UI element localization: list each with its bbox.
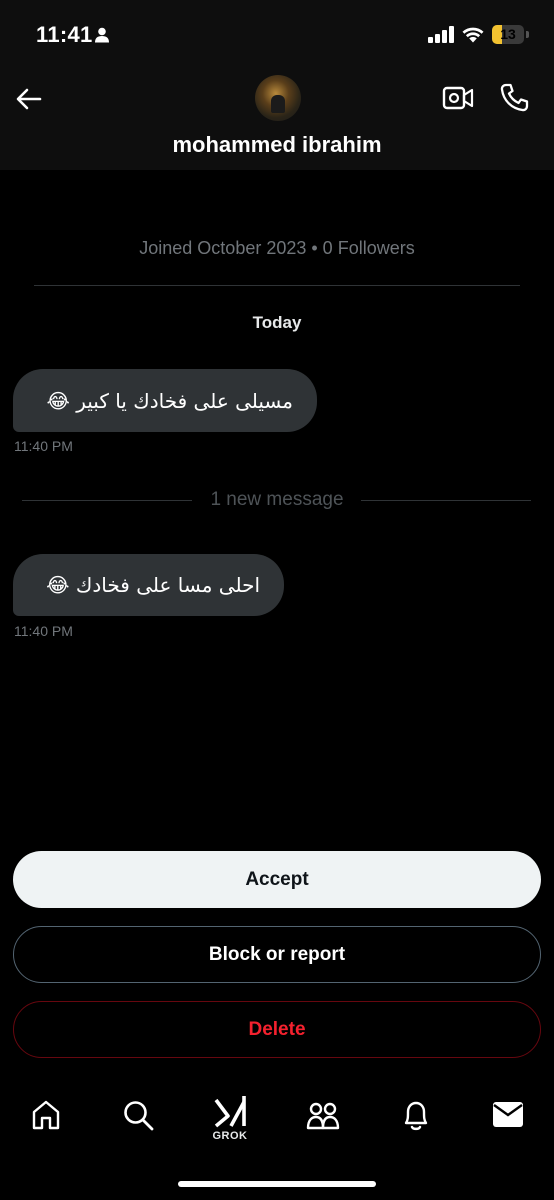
person-icon: [95, 27, 109, 43]
video-call-icon[interactable]: [442, 84, 474, 112]
message-timestamp: 11:40 PM: [14, 438, 73, 454]
block-or-report-button[interactable]: Block or report: [13, 926, 541, 983]
messages-icon[interactable]: [493, 1102, 523, 1128]
wifi-icon: [462, 27, 484, 43]
message-bubble[interactable]: مسيلى على فخادك يا كبير 😂: [13, 369, 317, 432]
accept-button[interactable]: Accept: [13, 851, 541, 908]
contact-name[interactable]: mohammed ibrahim: [0, 132, 554, 158]
signal-icon: [428, 26, 454, 43]
date-label: Today: [252, 313, 302, 332]
conversation-header: mohammed ibrahim: [0, 70, 554, 170]
grok-icon[interactable]: [214, 1094, 248, 1128]
profile-info: Joined October 2023 • 0 Followers: [139, 238, 415, 258]
status-time: 11:41: [36, 22, 93, 47]
message-timestamp: 11:40 PM: [14, 623, 73, 639]
battery-level: 13: [500, 26, 516, 42]
home-indicator[interactable]: [178, 1181, 376, 1187]
battery-icon: 13: [492, 25, 524, 44]
message-bubble[interactable]: احلى مسا على فخادك 😂: [13, 554, 284, 616]
status-bar: 11:41 13: [0, 0, 554, 70]
search-icon[interactable]: [122, 1099, 154, 1131]
notifications-icon[interactable]: [401, 1099, 431, 1133]
grok-label: GROK: [212, 1130, 248, 1142]
avatar[interactable]: [255, 75, 301, 121]
divider: [34, 285, 520, 286]
communities-icon[interactable]: [306, 1099, 340, 1131]
back-arrow-icon[interactable]: [14, 84, 44, 114]
battery-tip: [526, 31, 529, 38]
home-icon[interactable]: [31, 1099, 61, 1131]
phone-icon[interactable]: [498, 82, 530, 114]
new-message-divider-line: [361, 500, 531, 501]
delete-button[interactable]: Delete: [13, 1001, 541, 1058]
avatar-figure: [271, 95, 285, 113]
